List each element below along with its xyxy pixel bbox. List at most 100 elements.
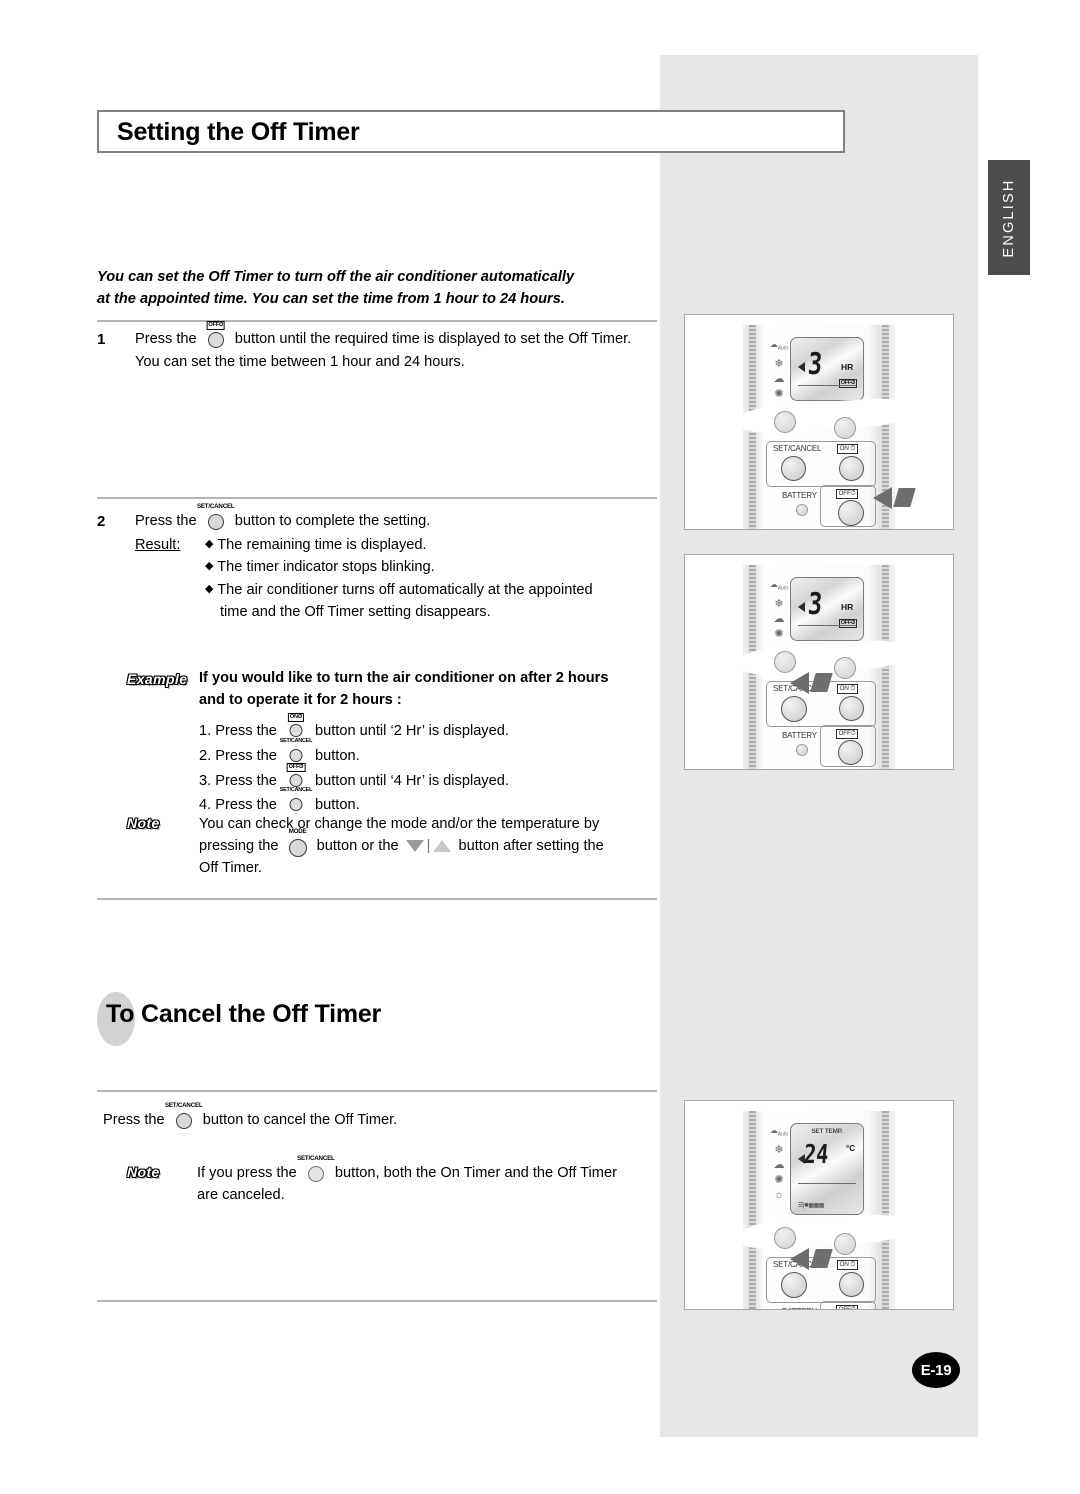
battery-reset-key[interactable] [796, 744, 808, 756]
temp-button[interactable] [834, 657, 856, 679]
result-item-text: The air conditioner turns off automatica… [217, 581, 593, 598]
off-timer-key[interactable] [838, 740, 863, 765]
note-top-line-2-mid: button or the [316, 838, 399, 855]
note-bottom-after: button, both the On Timer and the Off Ti… [334, 1165, 617, 1181]
fan-mode-icon: ✺ [774, 387, 784, 400]
off-timer-key-label: OFF⏱ [836, 489, 858, 499]
lcd-temperature-value: 24 [802, 1140, 830, 1170]
step-1-line-1: Press the OFF⏱ button until the required… [135, 321, 659, 351]
note-block-bottom: Note If you press the SET/CANCEL button,… [127, 1155, 657, 1206]
on-timer-key-label: ON ⏱ [837, 444, 858, 454]
power-button[interactable] [774, 651, 796, 673]
fan-mode-icon: ✺ [774, 1173, 784, 1186]
example-headline-line-1: If you would like to turn the air condit… [199, 670, 609, 686]
note-bottom-line-2: are canceled. [197, 1187, 285, 1204]
result-item-text: The remaining time is displayed. [217, 536, 427, 553]
button-circle [289, 723, 303, 737]
note-block-top: Note You can check or change the mode an… [127, 813, 657, 880]
step-2-text-after: button to complete the setting. [234, 513, 431, 529]
on-timer-key-label: ON ⏱ [837, 1260, 858, 1270]
off-timer-button-icon[interactable]: OFF⏱ [203, 321, 229, 349]
on-timer-key-label: ON ⏱ [837, 684, 858, 694]
language-tab-label: ENGLISH [1001, 177, 1017, 258]
illustration-panel-2: ☁Auto ❄ ☁ ✺ 3 HR OFF⏱ SET/CANCEL ON ⏱ BA… [684, 554, 954, 770]
example-step-2: 2. Press the SET/CANCEL button. [199, 738, 657, 768]
on-timer-key[interactable] [839, 1272, 864, 1297]
lcd-timer-unit: HR [841, 362, 854, 372]
set-cancel-button-icon[interactable]: SET/CANCEL [297, 1155, 335, 1183]
intro-paragraph: You can set the Off Timer to turn off th… [97, 267, 657, 310]
illustration-panel-1: ☁Auto ❄ ☁ ✺ 3 HR OFF⏱ SET/CANCEL ON ⏱ BA… [684, 314, 954, 530]
result-list: ◆ The remaining time is displayed. ◆ The… [205, 534, 659, 624]
battery-reset-key[interactable] [796, 504, 808, 516]
page-number-badge: E-19 [912, 1352, 960, 1388]
divider-2 [97, 497, 657, 499]
off-timer-key-label: OFF⏱ [836, 729, 858, 739]
lcd-left-arrow-icon [798, 602, 805, 612]
page-title-box: Setting the Off Timer [97, 110, 845, 153]
set-cancel-key[interactable] [781, 1272, 807, 1298]
lcd-left-arrow-icon [798, 362, 805, 372]
step-1-line-2: You can set the time between 1 hour and … [135, 353, 465, 370]
divider-1 [97, 320, 657, 322]
set-cancel-button-icon[interactable]: SET/CANCEL [197, 503, 235, 531]
remote-keypad: SET/CANCEL ON ⏱ BATTERY OFF⏱ [760, 411, 880, 527]
note-top-header: Note You can check or change the mode an… [127, 813, 657, 880]
remote-control-illustration: ☁Auto ❄ ☁ ✺ 3 HR OFF⏱ SET/CANCEL ON ⏱ BA… [736, 565, 913, 769]
note-top-line-2-after: button after setting the [458, 838, 604, 855]
heading-text: Cancel the Off Timer [141, 1000, 382, 1028]
divider-5 [97, 1300, 657, 1302]
set-cancel-key[interactable] [781, 456, 806, 481]
example-step-3-num: 3. [199, 772, 212, 789]
note-bottom-line-1: If you press the SET/CANCEL button, both… [197, 1155, 657, 1184]
set-cancel-key[interactable] [781, 696, 807, 722]
result-item: ◆ The remaining time is displayed. [205, 534, 659, 557]
example-step-4-num: 4. [199, 797, 212, 814]
result-item: ◆ The air conditioner turns off automati… [205, 579, 659, 602]
off-timer-key-label: OFF⏱ [836, 1305, 858, 1309]
note-bottom-header: Note If you press the SET/CANCEL button,… [127, 1155, 657, 1206]
set-cancel-key-label: SET/CANCEL [773, 444, 822, 453]
example-block: Example If you would like to turn the ai… [127, 668, 657, 820]
note-badge: Note [127, 815, 160, 831]
lcd-fan-indicator-icon: ☰|✺▦▦▦ [798, 1203, 824, 1209]
result-item-text: The timer indicator stops blinking. [217, 559, 435, 576]
illustration-panel-3: ☁Auto ❄ ☁ ✺ ☼ SET TEMP. 24 °C ☰|✺▦▦▦ SET… [684, 1100, 954, 1310]
example-step-1: 1. Press the ON⏱ button until ‘2 Hr’ is … [199, 712, 657, 743]
on-timer-button-label: ON⏱ [287, 712, 305, 722]
mode-indicator-column: ☁Auto ❄ ☁ ✺ ☼ [769, 1125, 789, 1201]
on-timer-key[interactable] [839, 696, 864, 721]
example-headline: If you would like to turn the air condit… [199, 668, 657, 712]
on-timer-key[interactable] [839, 456, 864, 481]
cancel-section-heading: To Cancel the Off Timer [97, 1000, 381, 1029]
button-circle [307, 1166, 324, 1182]
temp-button[interactable] [834, 1233, 856, 1255]
power-button[interactable] [774, 1227, 796, 1249]
off-timer-key[interactable] [838, 500, 864, 526]
example-step-4-before: Press the [215, 797, 277, 814]
set-cancel-button-icon[interactable]: SET/CANCEL [165, 1102, 203, 1130]
lcd-set-temp-label: SET TEMP. [811, 1128, 843, 1135]
note-bottom-before: If you press the [197, 1165, 297, 1181]
power-button[interactable] [774, 411, 796, 433]
lcd-timer-value: 3 [806, 347, 824, 382]
diamond-bullet-icon: ◆ [205, 560, 214, 573]
set-cancel-button-label: SET/CANCEL [196, 503, 235, 510]
cool-mode-icon: ❄ [774, 357, 784, 370]
example-step-3-before: Press the [215, 772, 277, 789]
step-1-text-before: Press the [135, 331, 197, 347]
temp-down-icon[interactable] [405, 840, 424, 853]
result-item-cont: time and the Off Timer setting disappear… [220, 604, 491, 621]
set-cancel-button-label: SET/CANCEL [279, 787, 313, 794]
temp-up-icon[interactable] [433, 840, 452, 853]
lcd-off-timer-badge: OFF⏱ [838, 619, 857, 628]
mode-button-icon[interactable]: MODE [285, 828, 311, 858]
lcd-display: SET TEMP. 24 °C ☰|✺▦▦▦ [790, 1123, 864, 1215]
cancel-instruction-after: button to cancel the Off Timer. [202, 1112, 398, 1128]
temp-button[interactable] [834, 417, 856, 439]
button-circle [207, 332, 224, 348]
step-2-line-1: Press the SET/CANCEL button to complete … [135, 503, 659, 533]
result-label: Result: [135, 536, 181, 553]
button-circle [289, 773, 303, 787]
lcd-divider-line [798, 384, 856, 386]
